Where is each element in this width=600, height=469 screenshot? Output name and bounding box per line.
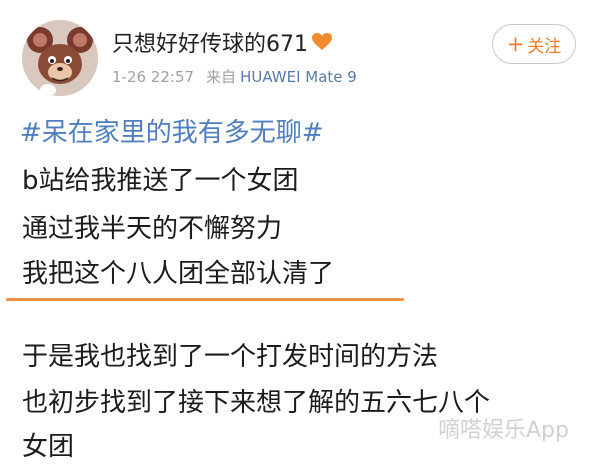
username-text[interactable]: 只想好好传球的671 (112, 32, 308, 57)
plus-icon: + (506, 31, 525, 56)
paragraph-line-3: 女团 (22, 432, 75, 462)
topic-hashtag[interactable]: #呆在家里的我有多无聊# (20, 112, 324, 149)
paragraph-line-1: 于是我也找到了一个打发时间的方法 (22, 342, 439, 372)
post-time: 1-26 22:57 (112, 68, 195, 86)
post-line-2: 通过我半天的不懈努力 (22, 214, 283, 244)
post-line-1: b站给我推送了一个女团 (22, 166, 299, 196)
device-link[interactable]: HUAWEI Mate 9 (240, 68, 357, 86)
cartoon-mouse-icon (22, 20, 98, 96)
post-line-3: 我把这个八人团全部认清了 (22, 259, 335, 289)
follow-button[interactable]: + 关注 (492, 24, 576, 64)
username[interactable]: 只想好好传球的671 (112, 26, 332, 58)
orange-heart-icon (312, 32, 332, 57)
avatar[interactable] (22, 20, 98, 96)
post-meta: 1-26 22:57 来自 HUAWEI Mate 9 (112, 66, 357, 87)
source-label: 来自 (206, 68, 237, 86)
follow-label: 关注 (527, 36, 562, 57)
paragraph-line-2: 也初步找到了接下来想了解的五六七八个 (22, 388, 491, 418)
divider (6, 298, 404, 301)
watermark: 嘀嗒娱乐App (438, 418, 569, 443)
